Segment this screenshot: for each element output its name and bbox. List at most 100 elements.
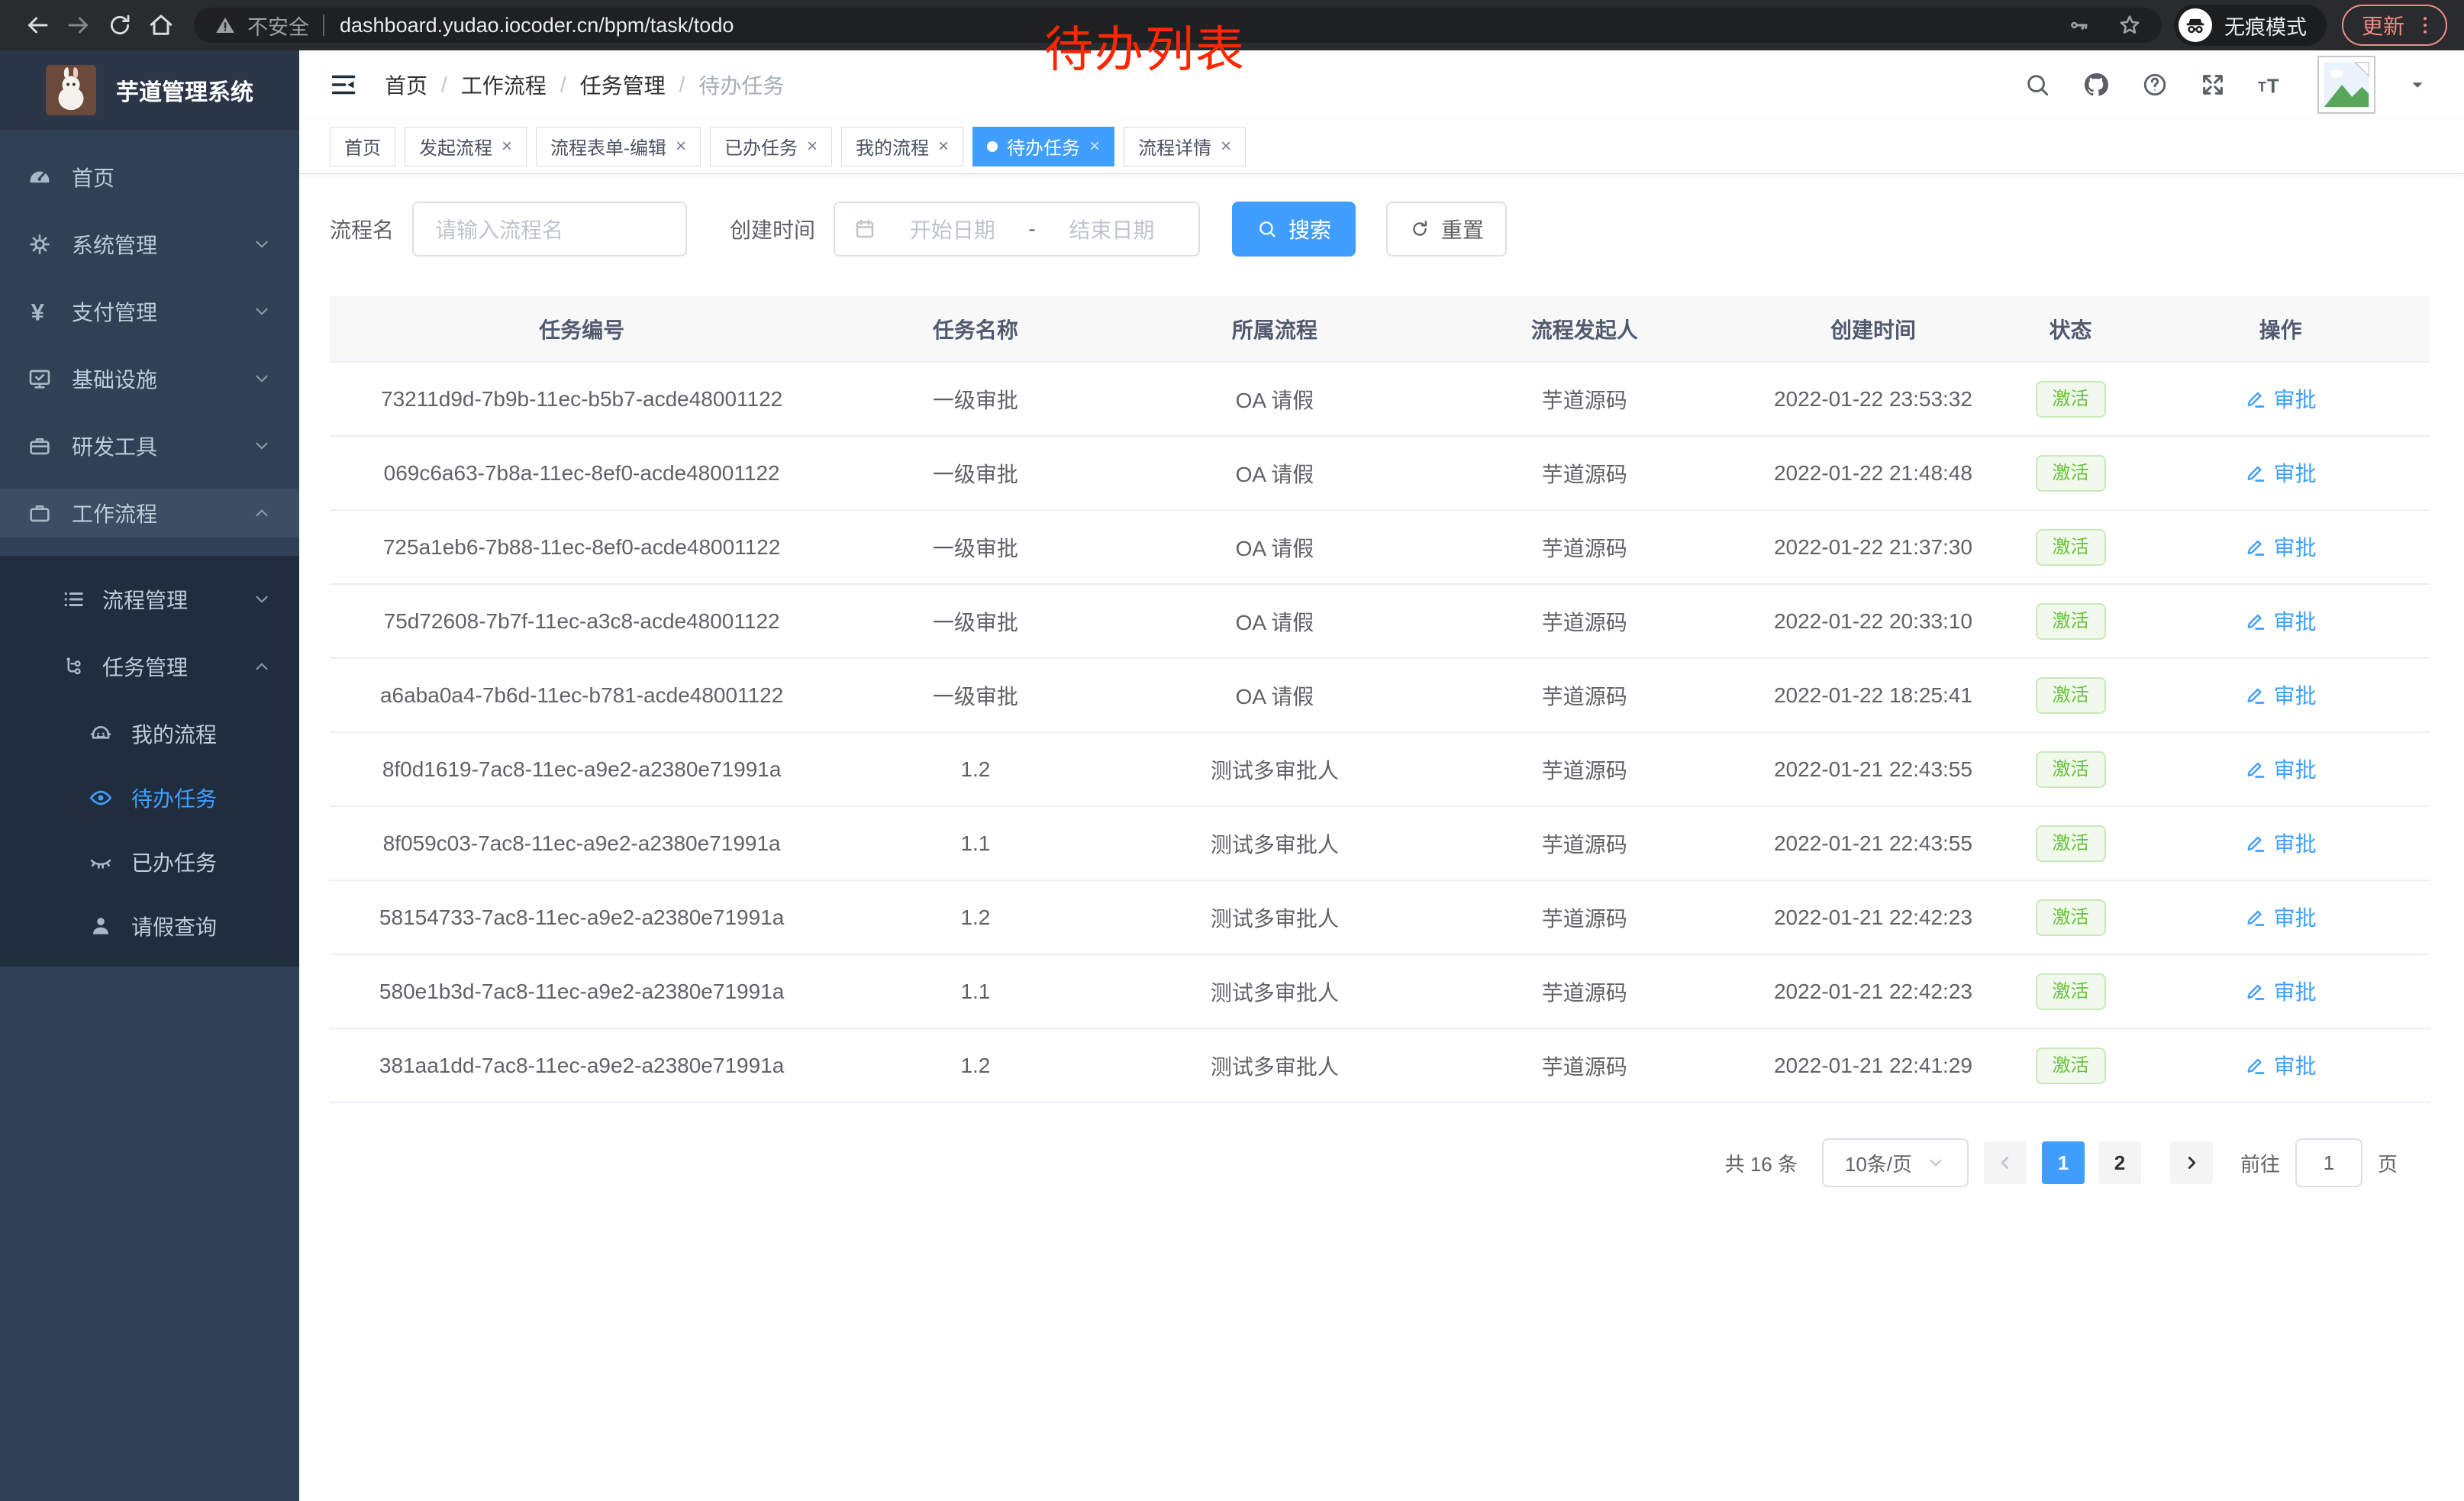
audit-button[interactable]: 审批 [2245, 902, 2317, 932]
next-page-button[interactable] [2170, 1141, 2213, 1184]
avatar[interactable] [2317, 56, 2375, 114]
action-cell: 审批 [2131, 732, 2430, 806]
key-icon[interactable] [2067, 14, 2090, 37]
tab-form-edit[interactable]: 流程表单-编辑× [536, 127, 701, 166]
breadcrumb-item[interactable]: 任务管理 [580, 69, 666, 100]
search-icon[interactable] [2024, 72, 2050, 98]
page-size-select[interactable]: 10条/页 [1822, 1138, 1969, 1187]
audit-button[interactable]: 审批 [2245, 679, 2317, 710]
font-size-icon[interactable]: TT [2258, 71, 2285, 98]
sidebar-item-process-mgmt[interactable]: 流程管理 [0, 575, 299, 624]
audit-button[interactable]: 审批 [2245, 1050, 2317, 1080]
eye-closed-icon [85, 850, 116, 874]
help-icon[interactable] [2142, 72, 2168, 98]
table-row[interactable]: 8f059c03-7ac8-11ec-a9e2-a2380e71991a1.1测… [330, 806, 2430, 880]
tab-close-icon[interactable]: × [676, 137, 686, 156]
audit-button[interactable]: 审批 [2245, 383, 2317, 414]
tab-process-detail[interactable]: 流程详情× [1124, 127, 1246, 166]
task-name-cell: 1.1 [834, 806, 1117, 880]
table-row[interactable]: 75d72608-7b7f-11ec-a3c8-acde48001122一级审批… [330, 584, 2430, 658]
tab-close-icon[interactable]: × [1221, 137, 1231, 156]
sidebar-item-system[interactable]: 系统管理 [0, 220, 299, 269]
sidebar-item-done-task[interactable]: 已办任务 [0, 838, 299, 886]
audit-button[interactable]: 审批 [2245, 754, 2317, 784]
date-range-picker[interactable]: 开始日期 - 结束日期 [834, 202, 1200, 257]
process-name-input[interactable]: 请输入流程名 [412, 202, 687, 257]
table-row[interactable]: 725a1eb6-7b88-11ec-8ef0-acde48001122一级审批… [330, 510, 2430, 584]
sidebar-item-infra[interactable]: 基础设施 [0, 354, 299, 403]
page-suffix-label: 页 [2378, 1149, 2398, 1177]
browser-back-button[interactable] [17, 5, 58, 46]
person-icon [85, 914, 116, 938]
fullscreen-icon[interactable] [2200, 72, 2226, 98]
sidebar-item-payment[interactable]: ¥支付管理 [0, 287, 299, 336]
breadcrumb-item[interactable]: 工作流程 [461, 69, 547, 100]
browser-update-button[interactable]: 更新 [2342, 5, 2447, 46]
browser-reload-button[interactable] [99, 5, 140, 46]
magnifier-icon [1256, 218, 1278, 240]
sidebar-item-task-mgmt[interactable]: 任务管理 [0, 642, 299, 691]
tab-home[interactable]: 首页 [330, 127, 395, 166]
page-button-1[interactable]: 1 [2042, 1141, 2085, 1184]
browser-home-button[interactable] [140, 5, 182, 46]
edit-pen-icon [2245, 980, 2266, 1002]
page-button-2[interactable]: 2 [2098, 1141, 2141, 1184]
action-cell: 审批 [2131, 1028, 2430, 1102]
caret-down-icon[interactable] [2408, 75, 2427, 95]
audit-button[interactable]: 审批 [2245, 605, 2317, 636]
starter-cell: 芋道源码 [1432, 1028, 1737, 1102]
sidebar-item-leave-query[interactable]: 请假查询 [0, 902, 299, 951]
tab-label: 已办任务 [724, 133, 798, 160]
audit-button[interactable]: 审批 [2245, 531, 2317, 562]
github-icon[interactable] [2082, 71, 2110, 98]
audit-button[interactable]: 审批 [2245, 828, 2317, 858]
sidebar-item-home[interactable]: 首页 [0, 153, 299, 202]
column-header: 创建时间 [1737, 296, 2010, 362]
robot-face-icon [85, 721, 116, 746]
tab-close-icon[interactable]: × [502, 137, 512, 156]
breadcrumb-item[interactable]: 首页 [385, 69, 427, 100]
calendar-icon [853, 218, 876, 240]
task-table: 任务编号任务名称所属流程流程发起人创建时间状态操作 73211d9d-7b9b-… [330, 296, 2430, 1103]
browser-forward-button[interactable] [58, 5, 99, 46]
edit-pen-icon [2245, 388, 2266, 409]
security-label[interactable]: 不安全 [247, 11, 309, 40]
kebab-menu-icon[interactable] [2414, 14, 2437, 37]
audit-button[interactable]: 审批 [2245, 457, 2317, 488]
table-row[interactable]: 580e1b3d-7ac8-11ec-a9e2-a2380e71991a1.1测… [330, 954, 2430, 1028]
collapse-sidebar-icon[interactable] [330, 71, 357, 98]
breadcrumb-separator: / [441, 73, 447, 97]
process-cell: OA 请假 [1118, 584, 1433, 658]
bookmark-star-icon[interactable] [2117, 13, 2142, 37]
tab-my-process[interactable]: 我的流程× [841, 127, 963, 166]
tab-todo-tasks[interactable]: 待办任务× [972, 127, 1114, 166]
sidebar-item-todo-task[interactable]: 待办任务 [0, 773, 299, 822]
tab-close-icon[interactable]: × [1089, 137, 1100, 156]
status-badge: 激活 [2036, 1047, 2106, 1084]
table-row[interactable]: a6aba0a4-7b6d-11ec-b781-acde48001122一级审批… [330, 658, 2430, 732]
table-row[interactable]: 8f0d1619-7ac8-11ec-a9e2-a2380e71991a1.2测… [330, 732, 2430, 806]
edit-pen-icon [2245, 536, 2266, 557]
column-header: 任务编号 [330, 296, 834, 362]
sidebar-item-workflow[interactable]: 工作流程 [0, 489, 299, 537]
table-row[interactable]: 58154733-7ac8-11ec-a9e2-a2380e71991a1.2测… [330, 880, 2430, 954]
search-button[interactable]: 搜索 [1232, 202, 1356, 257]
audit-label: 审批 [2274, 383, 2317, 414]
audit-button[interactable]: 审批 [2245, 976, 2317, 1006]
tab-start-process[interactable]: 发起流程× [405, 127, 527, 166]
table-row[interactable]: 73211d9d-7b9b-11ec-b5b7-acde48001122一级审批… [330, 362, 2430, 436]
tab-close-icon[interactable]: × [938, 137, 949, 156]
sidebar-item-my-process[interactable]: 我的流程 [0, 709, 299, 758]
sidebar-item-devtools[interactable]: 研发工具 [0, 421, 299, 470]
table-row[interactable]: 381aa1dd-7ac8-11ec-a9e2-a2380e71991a1.2测… [330, 1028, 2430, 1102]
tab-close-icon[interactable]: × [807, 137, 818, 156]
prev-page-button[interactable] [1984, 1141, 2027, 1184]
url-text[interactable]: dashboard.yudao.iocoder.cn/bpm/task/todo [340, 14, 734, 37]
action-cell: 审批 [2131, 880, 2430, 954]
reset-button[interactable]: 重置 [1386, 202, 1507, 257]
sidebar-logo[interactable]: 芋道管理系统 [0, 50, 299, 130]
tab-done-tasks[interactable]: 已办任务 × [710, 127, 832, 166]
table-row[interactable]: 069c6a63-7b8a-11ec-8ef0-acde48001122一级审批… [330, 436, 2430, 510]
update-label: 更新 [2362, 10, 2404, 40]
goto-page-input[interactable]: 1 [2295, 1138, 2362, 1187]
